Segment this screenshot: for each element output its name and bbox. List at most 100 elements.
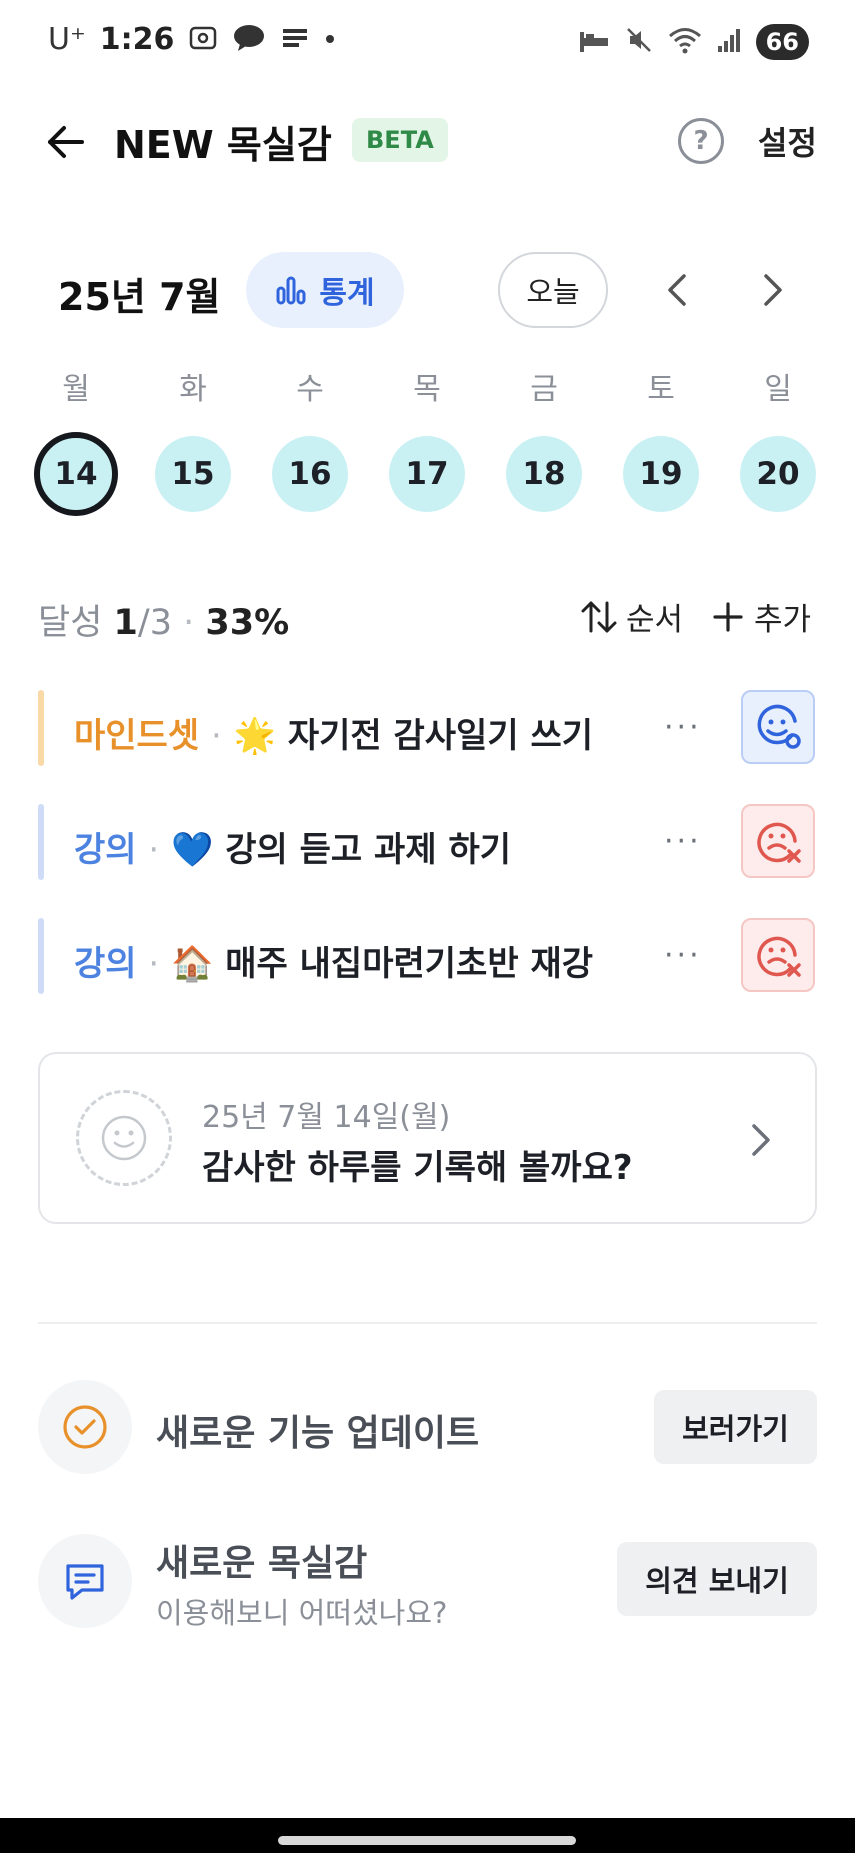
day-20[interactable]: 20 (740, 436, 816, 512)
weekday-label: 금 (530, 372, 558, 407)
chevron-right-icon (764, 274, 782, 306)
arrow-left-icon (48, 126, 84, 158)
goal-emoji: 💙 (171, 830, 214, 870)
stats-label: 통계 (319, 276, 375, 311)
help-button[interactable]: ? (678, 118, 724, 164)
battery-indicator: 66 (755, 24, 809, 60)
goal-status-button[interactable] (741, 690, 815, 764)
goal-text: 강의 · 💙 강의 듣고 과제 하기 (74, 822, 511, 871)
goal-emoji: 🌟 (233, 716, 276, 756)
chat-bubble-icon (38, 1534, 132, 1628)
section-divider (38, 1322, 817, 1324)
goal-category: 강의 (74, 830, 137, 870)
goal-emoji: 🏠 (171, 944, 214, 984)
goal-color-bar (38, 804, 44, 880)
weekday-label: 일 (764, 372, 792, 407)
month-label: 25년 7월 (58, 275, 221, 319)
goal-title: 강의 듣고 과제 하기 (225, 830, 512, 870)
achievement-total: /3 (137, 603, 172, 643)
question-icon: ? (693, 126, 709, 156)
bar-chart-icon (276, 276, 306, 305)
more-options-button[interactable]: ··· (664, 938, 702, 973)
separator-dot: · (210, 716, 222, 756)
system-nav-bar (0, 1818, 855, 1853)
feature-update-title: 새로운 기능 업데이트 (156, 1413, 480, 1454)
achievement-percent: 33% (205, 603, 290, 643)
next-week-button[interactable] (752, 270, 792, 310)
diary-prompt: 감사한 하루를 기록해 볼까요? (202, 1148, 633, 1188)
goal-status-button[interactable] (741, 804, 815, 878)
goal-title: 매주 내집마련기초반 재강 (225, 944, 594, 984)
feature-update-item: 새로운 기능 업데이트 보러가기 (38, 1380, 817, 1476)
prev-week-button[interactable] (658, 270, 698, 310)
clock: 1:26 (99, 22, 175, 57)
day-18[interactable]: 18 (506, 436, 582, 512)
sad-x-icon (757, 822, 801, 863)
separator-dot: · (183, 603, 195, 643)
talk-icon (232, 23, 266, 57)
achievement-summary: 달성 1/3 · 33% (38, 594, 289, 645)
status-bar: U⁺ 1:26 66 (0, 0, 855, 90)
diary-date: 25년 7월 14일(월) (202, 1100, 451, 1135)
goal-status-button[interactable] (741, 918, 815, 992)
stats-button[interactable]: 통계 (246, 252, 404, 328)
app-header: NEW 목실감 BETA ? 설정 (0, 100, 855, 180)
goal-color-bar (38, 918, 44, 994)
carrier-label: U⁺ (48, 22, 86, 57)
progress-row: 달성 1/3 · 33% 순서 추가 (0, 590, 855, 643)
beta-badge: BETA (352, 118, 448, 162)
separator-dot: · (148, 830, 160, 870)
sleep-mode-icon (578, 26, 610, 58)
weekday-label: 수 (296, 372, 324, 407)
screenshot-icon (188, 23, 218, 57)
more-options-button[interactable]: ··· (664, 824, 702, 859)
page-title: NEW 목실감 (114, 123, 332, 167)
weekday-label: 목 (413, 372, 441, 407)
sort-order-button[interactable]: 순서 (580, 594, 683, 639)
day-14[interactable]: 14 (34, 432, 118, 516)
battery-level: 66 (765, 28, 799, 56)
add-label: 추가 (754, 602, 812, 638)
goal-item[interactable]: 마인드셋 · 🌟 자기전 감사일기 쓰기 ··· (38, 690, 818, 766)
feedback-item: 새로운 목실감 이용해보니 어떠셨나요? 의견 보내기 (38, 1534, 817, 1630)
mute-icon (624, 25, 654, 59)
send-feedback-button[interactable]: 의견 보내기 (617, 1542, 817, 1616)
today-button[interactable]: 오늘 (498, 252, 608, 328)
sort-arrows-icon (581, 601, 617, 632)
month-row: 25년 7월 통계 오늘 (0, 252, 855, 332)
more-options-button[interactable]: ··· (664, 710, 702, 745)
weekday-label: 월 (62, 372, 90, 407)
day-17[interactable]: 17 (389, 436, 465, 512)
separator-dot: · (148, 944, 160, 984)
goal-category: 마인드셋 (74, 716, 200, 756)
day-16[interactable]: 16 (272, 436, 348, 512)
goal-text: 강의 · 🏠 매주 내집마련기초반 재강 (74, 936, 593, 985)
goal-text: 마인드셋 · 🌟 자기전 감사일기 쓰기 (74, 708, 593, 757)
back-button[interactable] (42, 118, 90, 166)
view-update-button[interactable]: 보러가기 (654, 1390, 817, 1464)
dot-icon (324, 30, 336, 49)
weekday-label: 화 (179, 372, 207, 407)
settings-button[interactable]: 설정 (758, 118, 817, 164)
sort-label: 순서 (626, 602, 684, 638)
smiley-placeholder-icon (76, 1090, 172, 1186)
goal-item[interactable]: 강의 · 💙 강의 듣고 과제 하기 ··· (38, 804, 818, 880)
home-gesture-handle[interactable] (278, 1836, 576, 1845)
add-goal-button[interactable]: 추가 (712, 594, 811, 639)
signal-icon (716, 26, 742, 58)
feedback-title: 새로운 목실감 (156, 1543, 368, 1584)
goal-item[interactable]: 강의 · 🏠 매주 내집마련기초반 재강 ··· (38, 918, 818, 994)
app-notification-icon (280, 23, 310, 57)
weekday-label: 토 (647, 372, 675, 407)
day-19[interactable]: 19 (623, 436, 699, 512)
chevron-left-icon (668, 274, 686, 306)
gratitude-diary-card[interactable]: 25년 7월 14일(월) 감사한 하루를 기록해 볼까요? (38, 1052, 817, 1224)
day-15[interactable]: 15 (155, 436, 231, 512)
goal-color-bar (38, 690, 44, 766)
feedback-subtitle: 이용해보니 어떠셨나요? (156, 1596, 448, 1630)
achievement-done: 1 (113, 603, 138, 643)
check-circle-icon (38, 1380, 132, 1474)
plus-icon (713, 601, 743, 632)
wifi-icon (668, 25, 702, 59)
smile-check-icon (757, 704, 801, 749)
